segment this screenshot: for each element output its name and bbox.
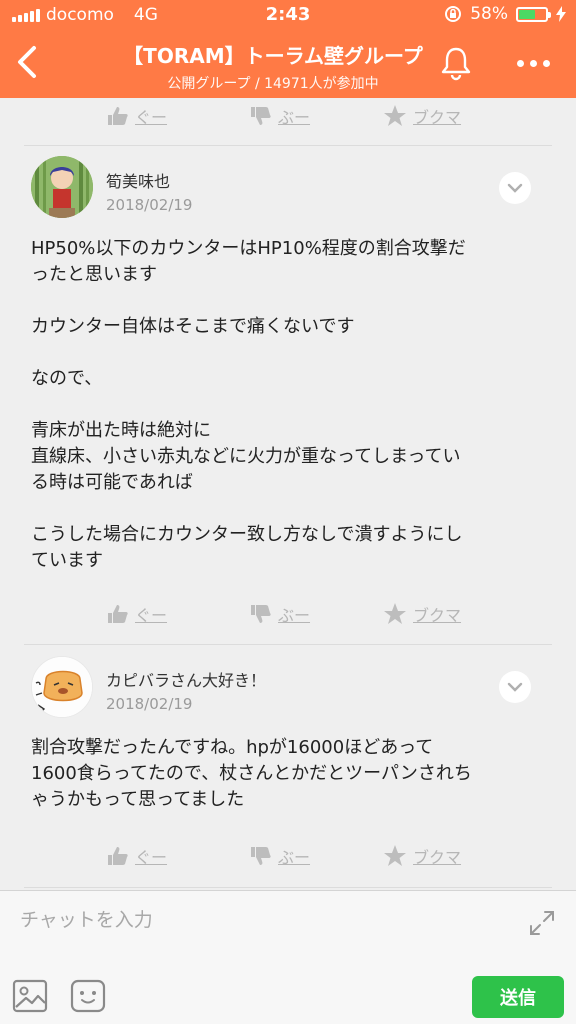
post-menu-button[interactable]	[499, 671, 531, 703]
avatar-image	[32, 657, 92, 717]
image-icon	[12, 979, 48, 1013]
page-title: 【TORAM】トーラム壁グループ	[123, 44, 423, 68]
post-line: 1600食らってたので、杖さんとかだとツーパンされち	[31, 763, 472, 784]
reaction-bar: ぐー ぶー ブクマ	[0, 838, 576, 878]
avatar[interactable]	[31, 656, 93, 718]
send-button[interactable]: 送信	[472, 976, 564, 1018]
emoji-icon	[70, 979, 106, 1013]
post-line: HP50%以下のカウンターはHP10%程度の割合攻撃だ	[31, 238, 466, 259]
top-bar: docomo 4G 2:43 58% 【TORAM】トーラム壁グループ 公開グル…	[0, 0, 576, 98]
chat-input[interactable]: チャットを入力	[20, 905, 153, 932]
post-line: 割合攻撃だったんですね。hpが16000ほどあって	[31, 737, 434, 758]
status-bar: docomo 4G 2:43 58%	[0, 0, 576, 30]
post-author: 筍美味也	[106, 172, 171, 191]
avatar-image	[31, 156, 93, 218]
chevron-down-icon	[507, 682, 523, 692]
post-menu-button[interactable]	[499, 172, 531, 204]
star-icon	[384, 845, 406, 866]
post-line: カウンター自体はそこまで痛くないです	[31, 316, 355, 337]
post-author: カピバラさん大好き！	[106, 671, 267, 690]
back-button[interactable]	[8, 40, 48, 84]
charging-icon	[556, 6, 566, 22]
thumbs-up-icon	[108, 107, 128, 125]
chevron-left-icon	[18, 46, 36, 78]
avatar[interactable]	[31, 156, 93, 218]
thumbs-down-icon	[251, 605, 271, 623]
image-button[interactable]	[12, 979, 48, 1013]
like-button[interactable]: ぐー	[107, 844, 167, 868]
post-body: 割合攻撃だったんですね。hpが16000ほどあって 1600食らってたので、杖さ…	[31, 735, 546, 813]
reaction-bar: ぐー ぶー ブクマ	[0, 596, 576, 636]
thumbs-down-icon	[251, 107, 271, 125]
expand-button[interactable]	[528, 909, 556, 937]
battery-icon	[516, 6, 551, 22]
chevron-down-icon	[507, 183, 523, 193]
message-feed[interactable]: ぐー ぶー ブクマ 筍美味也 2018/02/19 HP50%以下のカウンターは…	[0, 98, 576, 890]
divider	[24, 644, 552, 645]
post-line: 直線床、小さい赤丸などに火力が重なってしまってい	[31, 446, 461, 467]
like-button[interactable]: ぐー	[107, 602, 167, 626]
group-title-area: 【TORAM】トーラム壁グループ 公開グループ / 14971人が参加中	[80, 40, 466, 93]
like-button[interactable]: ぐー	[107, 104, 167, 128]
divider	[24, 887, 552, 888]
post-date: 2018/02/19	[106, 196, 193, 214]
more-dots-icon	[516, 59, 524, 67]
post-line: ています	[31, 550, 103, 571]
post-body: HP50%以下のカウンターはHP10%程度の割合攻撃だ ったと思います カウンタ…	[31, 236, 546, 574]
post-line: こうした場合にカウンター致し方なしで潰すようにし	[31, 524, 463, 545]
battery-percent: 58%	[470, 4, 508, 24]
post-line: 青床が出た時は絶対に	[31, 420, 211, 441]
navigation-bar: 【TORAM】トーラム壁グループ 公開グループ / 14971人が参加中	[0, 30, 576, 98]
post-date: 2018/02/19	[106, 695, 193, 713]
thumbs-up-icon	[108, 605, 128, 623]
post-line: ゃうかもって思ってました	[31, 789, 245, 810]
thumbs-up-icon	[108, 847, 128, 865]
post-line: る時は可能であれば	[31, 472, 193, 493]
bell-icon	[441, 47, 471, 81]
thumbs-down-icon	[251, 847, 271, 865]
post-line: ったと思います	[31, 264, 157, 285]
page-subtitle: 公開グループ / 14971人が参加中	[167, 76, 379, 92]
expand-icon	[530, 911, 554, 935]
dislike-button[interactable]: ぶー	[250, 104, 310, 128]
divider	[24, 145, 552, 146]
post-line: なので、	[31, 368, 103, 389]
dislike-button[interactable]: ぶー	[250, 602, 310, 626]
bookmark-button[interactable]: ブクマ	[383, 602, 461, 626]
rotation-lock-icon	[445, 6, 462, 22]
bookmark-button[interactable]: ブクマ	[383, 844, 461, 868]
star-icon	[384, 603, 406, 624]
bookmark-button[interactable]: ブクマ	[383, 104, 461, 128]
dislike-button[interactable]: ぶー	[250, 844, 310, 868]
more-options-button[interactable]	[508, 48, 558, 78]
reaction-bar: ぐー ぶー ブクマ	[0, 98, 576, 138]
notification-button[interactable]	[437, 44, 475, 82]
emoji-button[interactable]	[70, 979, 106, 1013]
star-icon	[384, 105, 406, 126]
